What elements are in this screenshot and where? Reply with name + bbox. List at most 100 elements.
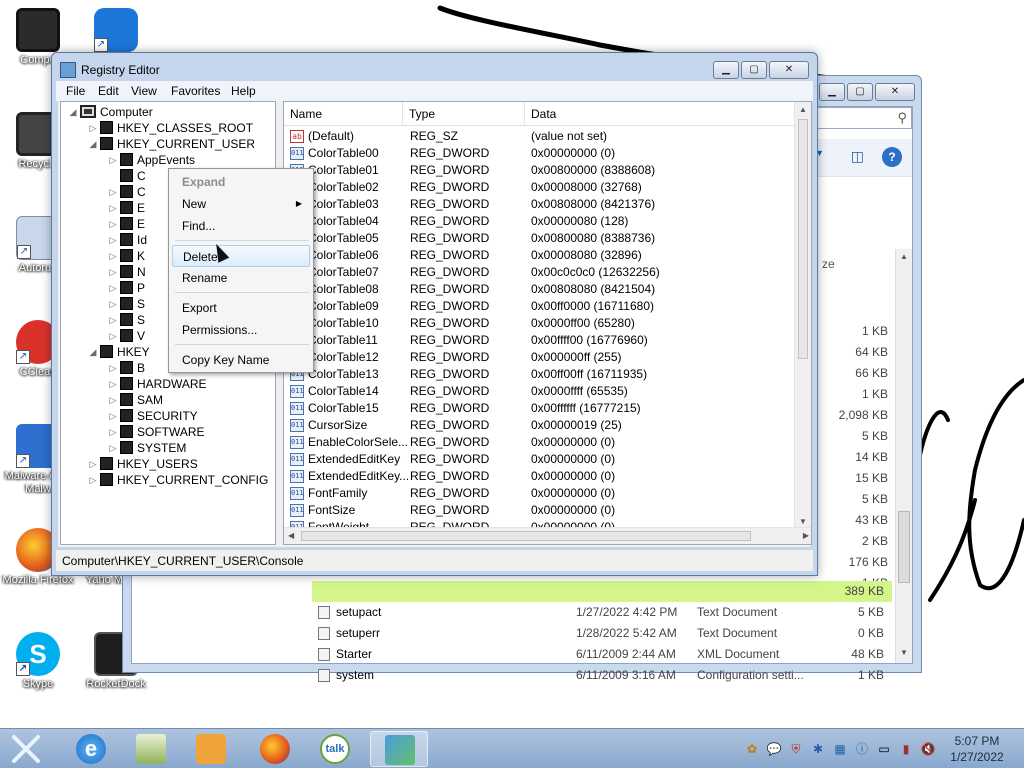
scrollbar-thumb[interactable]: [898, 511, 910, 583]
tree-node[interactable]: ▷ AppEvents: [109, 152, 195, 168]
scroll-down-arrow-icon[interactable]: ▼: [799, 517, 807, 526]
value-row[interactable]: 011 ExtendedEditKey... REG_DWORD 0x00000000…: [284, 468, 794, 485]
value-row[interactable]: 011 ExtendedEditKey REG_DWORD 0x00000000 (0…: [284, 451, 794, 468]
desktop-icon-skype[interactable]: S ↗ Skype: [2, 632, 74, 691]
menu-view[interactable]: View: [131, 84, 157, 98]
context-menu-item[interactable]: Delete: [172, 245, 310, 267]
scroll-right-arrow-icon[interactable]: ▶: [803, 531, 809, 540]
expand-arrow-icon[interactable]: ▷: [109, 296, 117, 312]
maximize-button[interactable]: ▢: [741, 61, 767, 79]
tray-chat-icon[interactable]: 💬: [766, 741, 782, 757]
tree-node[interactable]: ▷ N: [109, 264, 146, 280]
value-row[interactable]: 011 ColorTable13 REG_DWORD 0x00ff00ff (1671…: [284, 366, 794, 383]
tree-node[interactable]: ▷ HKEY_USERS: [89, 456, 198, 472]
expand-arrow-icon[interactable]: ▷: [109, 408, 117, 424]
context-menu-item[interactable]: Rename: [172, 267, 310, 289]
value-row[interactable]: 011 ColorTable00 REG_DWORD 0x00000000 (0): [284, 145, 794, 162]
context-menu[interactable]: Expand New ▶ Find... Delete Rename Export Permi…: [168, 168, 314, 373]
tree-node[interactable]: ▷ E: [109, 200, 145, 216]
preview-pane-icon[interactable]: ◫: [851, 148, 864, 165]
context-menu-item[interactable]: Copy Key Name: [172, 349, 310, 371]
tree-node[interactable]: ▷ E: [109, 216, 145, 232]
tree-node[interactable]: ◢ HKEY: [89, 344, 150, 360]
expand-arrow-icon[interactable]: ▷: [109, 328, 117, 344]
tree-node[interactable]: ▷ S: [109, 296, 145, 312]
tree-node[interactable]: ▷ B: [109, 360, 145, 376]
clock[interactable]: 5:07 PM 1/27/2022: [940, 733, 1014, 765]
file-row[interactable]: 389 KB: [312, 581, 892, 602]
tree-node[interactable]: ▷ Id: [109, 232, 147, 248]
tray-info-icon[interactable]: ⓘ: [854, 741, 870, 757]
tree-node[interactable]: ◢ Computer: [69, 104, 153, 120]
tree-node[interactable]: ▷ SYSTEM: [109, 440, 186, 456]
expand-arrow-icon[interactable]: ▷: [109, 232, 117, 248]
value-row[interactable]: 011ColorTable11REG_DWORD0x00ffff00 (1677…: [284, 332, 794, 349]
context-menu-item[interactable]: Find...: [172, 215, 310, 237]
expand-arrow-icon[interactable]: ▷: [109, 312, 117, 328]
value-row[interactable]: 011 CursorSize REG_DWORD 0x00000019 (25): [284, 417, 794, 434]
value-row[interactable]: 011ColorTable01REG_DWORD0x00800000 (8388…: [284, 162, 794, 179]
close-button[interactable]: ✕: [769, 61, 809, 79]
file-row[interactable]: setupact 1/27/2022 4:42 PM Text Document…: [312, 602, 892, 623]
tray-network-icon[interactable]: ▦: [832, 741, 848, 757]
expand-arrow-icon[interactable]: ▷: [109, 264, 117, 280]
help-icon[interactable]: ?: [882, 147, 902, 167]
minimize-button[interactable]: ▁: [713, 61, 739, 79]
value-row[interactable]: 011 FontSize REG_DWORD 0x00000000 (0): [284, 502, 794, 519]
expand-arrow-icon[interactable]: ▷: [109, 248, 117, 264]
value-row[interactable]: 011ColorTable03REG_DWORD0x00808000 (8421…: [284, 196, 794, 213]
column-name[interactable]: Name: [284, 102, 403, 126]
context-menu-item[interactable]: Export: [172, 297, 310, 319]
values-list[interactable]: Name Type Data ab (Default) REG_SZ (value n…: [283, 101, 812, 545]
expand-arrow-icon[interactable]: ▷: [109, 152, 117, 168]
value-row[interactable]: 011ColorTable04REG_DWORD0x00000080 (128): [284, 213, 794, 230]
column-data[interactable]: Data: [525, 102, 797, 126]
tree-node[interactable]: ▷ K: [109, 248, 145, 264]
start-button[interactable]: [6, 731, 46, 767]
value-row[interactable]: 011ColorTable09REG_DWORD0x00ff0000 (1671…: [284, 298, 794, 315]
tree-node[interactable]: ▷ C: [109, 184, 146, 200]
value-row[interactable]: 011 EnableColorSele... REG_DWORD 0x00000000…: [284, 434, 794, 451]
menu-edit[interactable]: Edit: [98, 84, 119, 98]
value-row[interactable]: ab (Default) REG_SZ (value not set): [284, 128, 794, 145]
value-row[interactable]: 011ColorTable06REG_DWORD0x00008080 (3289…: [284, 247, 794, 264]
column-type[interactable]: Type: [403, 102, 525, 126]
tray-app-icon[interactable]: ✿: [744, 741, 760, 757]
scrollbar-thumb[interactable]: [301, 531, 751, 541]
tree-node[interactable]: ▷ HKEY_CURRENT_CONFIG: [89, 472, 268, 488]
scroll-up-arrow-icon[interactable]: ▲: [799, 105, 807, 114]
minimize-button[interactable]: ▁: [819, 83, 845, 101]
tree-node[interactable]: ▷ SAM: [109, 392, 163, 408]
taskbar-internet-explorer[interactable]: e: [62, 731, 120, 767]
scroll-left-arrow-icon[interactable]: ◀: [288, 531, 294, 540]
tree-node[interactable]: ◢ HKEY_CURRENT_USER: [89, 136, 255, 152]
value-row[interactable]: 011ColorTable12REG_DWORD0x000000ff (255): [284, 349, 794, 366]
collapse-arrow-icon[interactable]: ◢: [89, 136, 97, 152]
expand-arrow-icon[interactable]: ▷: [109, 424, 117, 440]
taskbar-google-talk[interactable]: talk: [306, 731, 364, 767]
expand-arrow-icon[interactable]: ▷: [109, 280, 117, 296]
value-row[interactable]: 011ColorTable07REG_DWORD0x00c0c0c0 (1263…: [284, 264, 794, 281]
context-menu-item[interactable]: New ▶: [172, 193, 310, 215]
registry-editor-window[interactable]: Registry Editor ▁ ▢ ✕ File Edit View Fav…: [51, 52, 818, 576]
tree-node[interactable]: ▷ SECURITY: [109, 408, 198, 424]
tree-node[interactable]: ▷ HARDWARE: [109, 376, 207, 392]
size-column-header[interactable]: ze: [822, 257, 835, 271]
value-row[interactable]: 011ColorTable08REG_DWORD0x00808080 (8421…: [284, 281, 794, 298]
tree-node[interactable]: ▷ S: [109, 312, 145, 328]
explorer-vertical-scrollbar[interactable]: ▲ ▼: [895, 249, 912, 663]
tree-node[interactable]: ▷ V: [109, 328, 145, 344]
expand-arrow-icon[interactable]: ▷: [109, 200, 117, 216]
menu-file[interactable]: File: [66, 84, 85, 98]
horizontal-scrollbar[interactable]: ◀ ▶: [284, 527, 811, 544]
tray-bluetooth-icon[interactable]: ✱: [810, 741, 826, 757]
expand-arrow-icon[interactable]: ▷: [89, 456, 97, 472]
desktop-icon-teamviewer[interactable]: ↗: [80, 8, 152, 52]
tree-node[interactable]: C: [109, 168, 146, 184]
tree-node[interactable]: ▷ HKEY_CLASSES_ROOT: [89, 120, 253, 136]
expand-arrow-icon[interactable]: ▷: [109, 440, 117, 456]
value-row[interactable]: 011 FontFamily REG_DWORD 0x00000000 (0): [284, 485, 794, 502]
close-button[interactable]: ✕: [875, 83, 915, 101]
expand-arrow-icon[interactable]: ▷: [109, 184, 117, 200]
taskbar-media-player[interactable]: [182, 731, 240, 767]
